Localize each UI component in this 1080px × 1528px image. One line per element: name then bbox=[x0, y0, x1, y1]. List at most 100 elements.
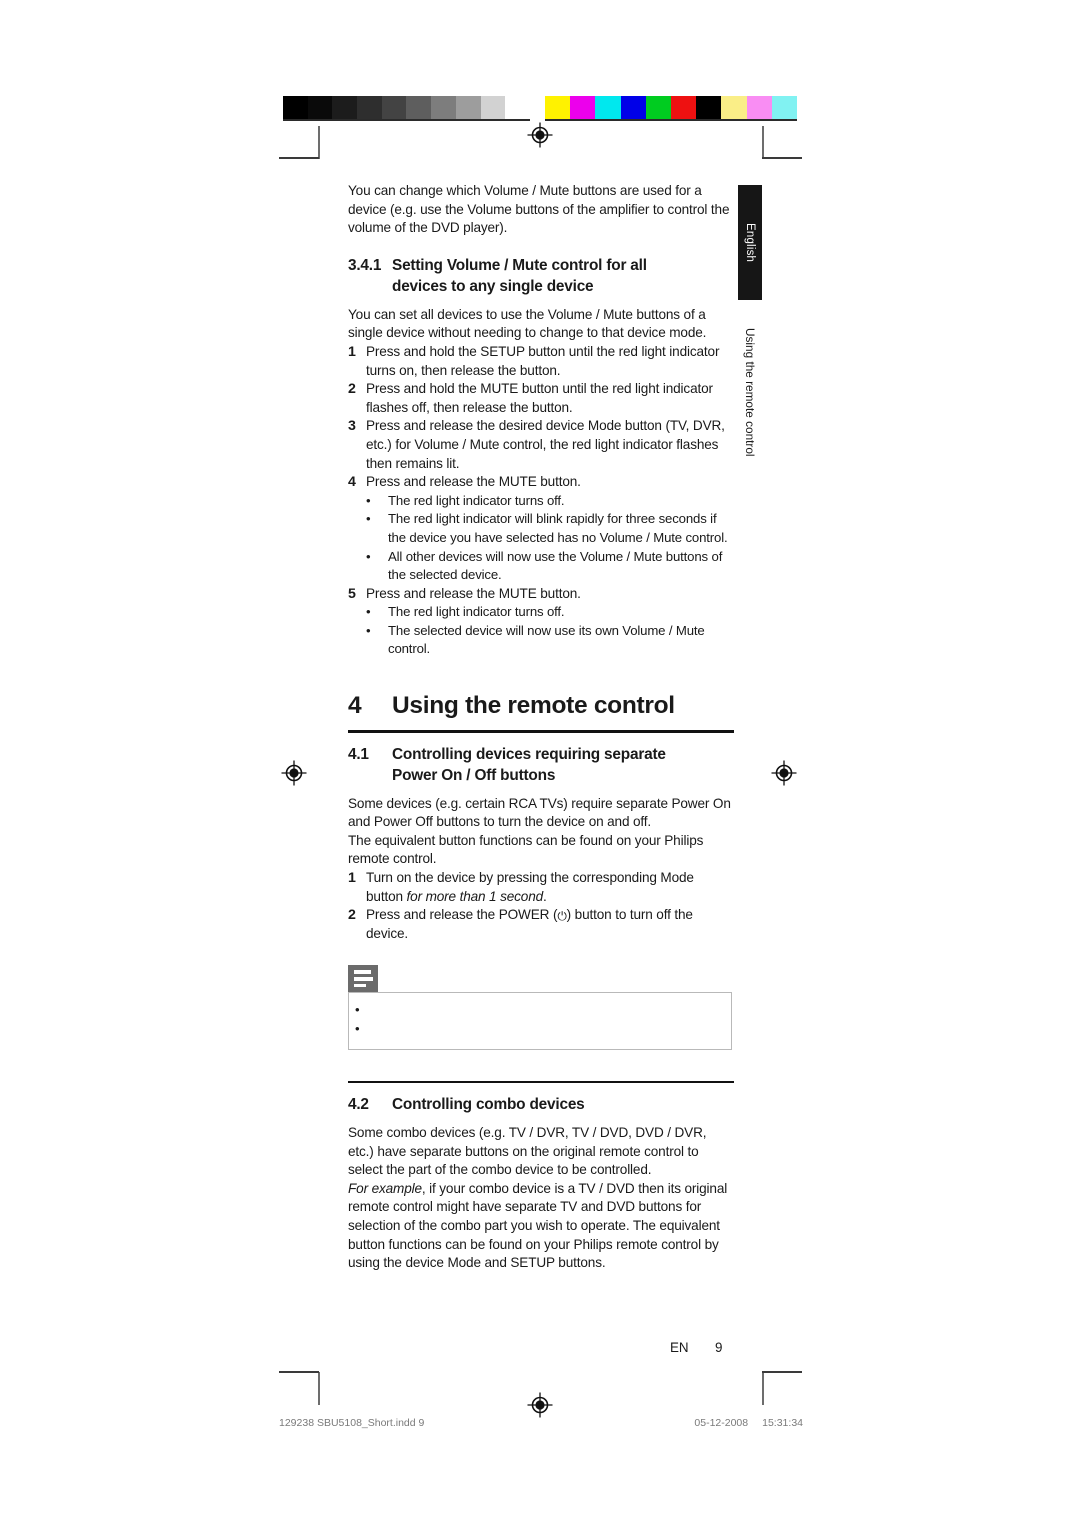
step-text-emphasis: for more than 1 second bbox=[406, 888, 544, 904]
print-job-footer: 129238 SBU5108_Short.indd 9 05-12-2008 1… bbox=[279, 1417, 803, 1429]
calibration-swatch bbox=[357, 96, 382, 119]
section-tab-label: Using the remote control bbox=[743, 328, 757, 457]
chapter-title: Using the remote control bbox=[392, 692, 675, 720]
calibration-swatch bbox=[480, 96, 506, 119]
step-bullet-text: The selected device will now use its own… bbox=[388, 622, 705, 657]
calibration-swatch bbox=[283, 96, 308, 119]
step-text: Press and release the MUTE button. bbox=[366, 585, 581, 601]
step-item: 2 Press and release the POWER (⏻) button… bbox=[348, 906, 734, 943]
crop-mark-top-left-vertical bbox=[318, 126, 320, 159]
notes-box: • • bbox=[348, 965, 732, 1050]
step-text: Press and release the MUTE button. bbox=[366, 474, 581, 490]
heading-4-2-number: 4.2 bbox=[348, 1096, 369, 1113]
calibration-swatch bbox=[771, 96, 797, 119]
section-4-1-paragraph-1: Some devices (e.g. certain RCA TVs) requ… bbox=[348, 795, 731, 830]
calibration-swatch bbox=[570, 96, 596, 119]
notes-header bbox=[348, 965, 732, 993]
notes-lines-icon bbox=[348, 965, 378, 993]
bullet-dot: • bbox=[366, 548, 371, 564]
step-text: Press and release the desired device Mod… bbox=[366, 418, 725, 471]
step-item: 1 Press and hold the SETUP button until … bbox=[348, 343, 734, 380]
bullet-dot: • bbox=[366, 622, 371, 638]
crop-mark-top-right-vertical bbox=[762, 126, 764, 159]
footer-language-code: EN bbox=[670, 1340, 689, 1355]
print-date: 05-12-2008 bbox=[694, 1417, 749, 1429]
step-number: 4 bbox=[348, 474, 356, 491]
calibration-swatch bbox=[431, 96, 456, 119]
step-item: 5 Press and release the MUTE button. bbox=[348, 585, 734, 604]
calibration-swatch bbox=[332, 96, 358, 119]
note-item-text bbox=[377, 1020, 721, 1039]
step-number: 5 bbox=[348, 585, 356, 602]
chapter-number: 4 bbox=[348, 692, 362, 720]
registration-target-icon bbox=[527, 1392, 553, 1418]
crop-mark-bottom-left-vertical bbox=[318, 1372, 320, 1405]
step-item: 3 Press and release the desired device M… bbox=[348, 417, 734, 473]
crop-mark-bottom-right-vertical bbox=[762, 1372, 764, 1405]
heading-4-1: 4.1 Controlling devices requiring separa… bbox=[348, 744, 734, 786]
chapter-heading-4: 4 Using the remote control bbox=[348, 691, 734, 721]
calibration-bar-rule-left bbox=[283, 119, 530, 121]
step-bullet: • All other devices will now use the Vol… bbox=[348, 548, 734, 585]
calibration-swatch bbox=[406, 96, 432, 119]
step-bullet: • The selected device will now use its o… bbox=[348, 622, 734, 659]
step-bullet-text: All other devices will now use the Volum… bbox=[388, 548, 723, 583]
calibration-swatch bbox=[721, 96, 747, 119]
crop-mark-bottom-right-horizontal bbox=[762, 1371, 802, 1373]
calibration-swatch bbox=[746, 96, 772, 119]
step-text-lead: Press and release the POWER ( bbox=[366, 907, 558, 923]
page-content: You can change which Volume / Mute butto… bbox=[348, 182, 734, 1273]
step-text: Press and hold the SETUP button until th… bbox=[366, 343, 720, 378]
registration-target-icon bbox=[281, 760, 307, 786]
step-number: 3 bbox=[348, 418, 356, 435]
notes-body: • • bbox=[348, 992, 732, 1050]
registration-target-icon bbox=[527, 122, 553, 148]
calibration-swatch bbox=[307, 96, 333, 119]
registration-target-icon bbox=[771, 760, 797, 786]
section-tab: Using the remote control bbox=[738, 310, 762, 475]
heading-4-2-title: Controlling combo devices bbox=[392, 1096, 585, 1113]
print-filename: 129238 SBU5108_Short.indd 9 bbox=[279, 1417, 425, 1429]
step-bullet: • The red light indicator turns off. bbox=[348, 492, 734, 511]
chapter-rule bbox=[348, 730, 734, 733]
step-bullet-text: The red light indicator will blink rapid… bbox=[388, 511, 728, 545]
section-4-2-emphasis: For example bbox=[348, 1180, 422, 1196]
print-time: 15:31:34 bbox=[762, 1417, 803, 1429]
crop-mark-bottom-left-horizontal bbox=[279, 1371, 319, 1373]
crop-mark-top-left-horizontal bbox=[279, 157, 319, 159]
calibration-swatch bbox=[696, 96, 722, 119]
heading-3-4-1: 3.4.1 Setting Volume / Mute control for … bbox=[348, 255, 734, 297]
page-footer: EN 9 bbox=[348, 1340, 734, 1355]
section-4-2-rule bbox=[348, 1080, 734, 1083]
calibration-bar-rule-right bbox=[545, 119, 797, 121]
language-tab: English bbox=[738, 185, 762, 300]
step-bullet: • The red light indicator turns off. bbox=[348, 603, 734, 622]
power-symbol-icon: ⏻ bbox=[557, 909, 567, 924]
section-4-1-paragraph-2: The equivalent button functions can be f… bbox=[348, 832, 704, 867]
color-calibration-bar bbox=[545, 96, 797, 119]
step-item: 4 Press and release the MUTE button. bbox=[348, 473, 734, 492]
section-4-2-paragraph-1: Some combo devices (e.g. TV / DVR, TV / … bbox=[348, 1125, 707, 1178]
crop-mark-top-right-horizontal bbox=[762, 157, 802, 159]
heading-3-4-1-line1: Setting Volume / Mute control for all bbox=[392, 256, 647, 274]
calibration-swatch bbox=[595, 96, 621, 119]
bullet-dot: • bbox=[366, 511, 371, 527]
bullet-dot: • bbox=[366, 604, 371, 620]
step-text-tail: . bbox=[543, 888, 547, 904]
heading-3-4-1-number: 3.4.1 bbox=[348, 256, 382, 274]
step-bullet-text: The red light indicator turns off. bbox=[388, 604, 565, 620]
step-item: 2 Press and hold the MUTE button until t… bbox=[348, 380, 734, 417]
note-item-text bbox=[377, 1001, 721, 1020]
section-3-4-1-lead: You can set all devices to use the Volum… bbox=[348, 306, 707, 341]
calibration-swatch bbox=[455, 96, 481, 119]
bullet-dot: • bbox=[366, 492, 371, 508]
language-tab-label: English bbox=[744, 222, 756, 263]
footer-page-number: 9 bbox=[715, 1340, 723, 1355]
step-number: 2 bbox=[348, 381, 356, 398]
heading-4-2: 4.2 Controlling combo devices bbox=[348, 1094, 734, 1115]
note-item: • bbox=[355, 1001, 721, 1020]
step-bullet-text: The red light indicator turns off. bbox=[388, 492, 565, 508]
grayscale-calibration-bar bbox=[283, 96, 530, 119]
step-bullet: • The red light indicator will blink rap… bbox=[348, 510, 734, 547]
step-number: 2 bbox=[348, 907, 356, 924]
